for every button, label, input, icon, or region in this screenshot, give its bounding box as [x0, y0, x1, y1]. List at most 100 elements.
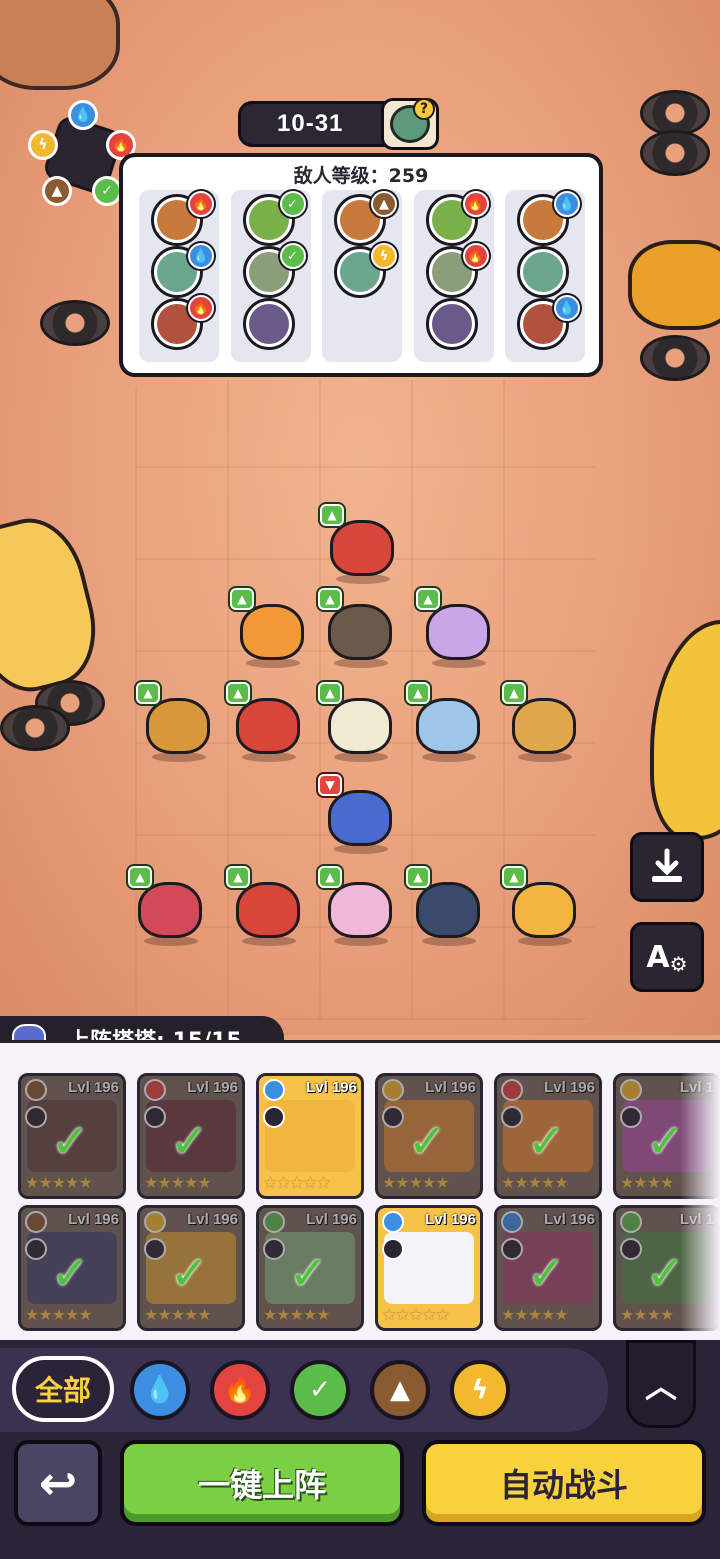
scenery-sign-left	[0, 508, 109, 702]
one-click-deploy-button[interactable]: 一键上阵	[120, 1440, 404, 1526]
enemy-column: 🔥 💧 🔥	[139, 190, 219, 362]
enemy-portrait[interactable]	[242, 298, 295, 350]
check-icon: ✓	[170, 1114, 209, 1168]
unit-sprite	[328, 698, 392, 754]
unit-sprite	[138, 882, 202, 938]
earth-icon: ▲	[371, 191, 397, 217]
hero-card[interactable]: Lvl 196 ★★★★★	[256, 1073, 364, 1199]
auto-battle-button[interactable]: 自动战斗	[422, 1440, 706, 1526]
enemy-column: ▲ ϟ	[322, 190, 402, 362]
enemy-portrait[interactable]: 🔥	[151, 191, 214, 246]
crab-hero[interactable]: ▲	[128, 866, 210, 946]
enemy-portrait[interactable]: ✓	[242, 243, 306, 298]
thumbs-up-icon: ▲	[226, 866, 250, 888]
hero-card-level: Lvl 196	[425, 1211, 476, 1228]
grass-icon: ✓	[279, 243, 306, 269]
role-icon	[382, 1238, 404, 1260]
check-icon: ✓	[170, 1246, 209, 1300]
enemy-portrait[interactable]	[425, 298, 478, 350]
lilac-cat-hero[interactable]: ▲	[416, 588, 498, 668]
download-tray-button[interactable]	[630, 832, 704, 902]
filter-earth-button[interactable]: ▲	[370, 1360, 430, 1420]
hero-card[interactable]: Lvl 196 ★★★★★	[375, 1205, 483, 1331]
monkey-hero[interactable]: ▲	[318, 588, 400, 668]
hero-card[interactable]: Lvl 196 ★★★★★ ✓	[494, 1073, 602, 1199]
enemy-portrait[interactable]: ϟ	[334, 243, 397, 298]
blue-ghost-hero[interactable]: ▲	[406, 682, 488, 762]
enemy-portrait[interactable]	[517, 246, 569, 298]
unit-sprite	[512, 882, 576, 938]
hero-card[interactable]: Lvl 196 ★★★★★ ✓	[137, 1073, 245, 1199]
hero-card[interactable]: Lvl 196 ★★★★★ ✓	[18, 1205, 126, 1331]
star-rating: ★★★★★	[263, 1173, 331, 1192]
enemy-portrait[interactable]: 💧	[151, 243, 214, 298]
gear-icon: ⚙	[669, 952, 688, 976]
filter-all-button[interactable]: 全部	[12, 1356, 114, 1422]
unit-sprite	[328, 790, 392, 846]
enemy-portrait[interactable]: 🔥	[425, 243, 489, 298]
fire-icon: 🔥	[188, 295, 214, 321]
water-icon	[382, 1211, 404, 1233]
hero-card[interactable]: Lvl 196 ★★★★★ ✓	[137, 1205, 245, 1331]
filter-water-button[interactable]: 💧	[130, 1360, 190, 1420]
thumbs-up-icon: ▲	[318, 588, 342, 610]
penguin-hero[interactable]: ▼	[318, 774, 400, 854]
egg-nest-hero[interactable]: ▲	[318, 682, 400, 762]
tire-decor	[640, 335, 710, 381]
check-icon: ✓	[646, 1246, 685, 1300]
grass-icon: ✓	[92, 176, 122, 206]
earth-icon: ▲	[42, 176, 72, 206]
hero-card[interactable]: Lvl 196 ★★★★★ ✓	[375, 1073, 483, 1199]
enemy-portrait[interactable]: 💧	[517, 191, 580, 246]
tire-decor	[40, 300, 110, 346]
enemy-panel: 敌人等级：259 🔥 💧 🔥 ✓ ✓ ▲ ϟ 🔥 🔥 💧 💧	[119, 153, 603, 377]
mantis-hero[interactable]: ▲	[318, 866, 400, 946]
battlefield: 💧 🔥 ✓ ▲ ϟ 10-31 ? 敌人等级：259 🔥 💧 🔥 ✓ ✓ ▲ ϟ 🔥 🔥 💧 💧 ▲…	[0, 0, 720, 1035]
thumbs-up-icon: ▲	[320, 504, 344, 526]
enemy-portrait[interactable]: 🔥	[151, 295, 214, 350]
fox-hero[interactable]: ▲	[230, 588, 312, 668]
enemy-column: ✓ ✓	[230, 190, 311, 362]
check-icon: ✓	[646, 1114, 685, 1168]
filter-thunder-button[interactable]: ϟ	[450, 1360, 510, 1420]
lava-cat-hero[interactable]: ▲	[226, 866, 308, 946]
enemy-portrait[interactable]: ✓	[242, 191, 306, 246]
water-icon	[263, 1079, 285, 1101]
red-bird-hero[interactable]: ▲	[226, 682, 308, 762]
enemy-face-art	[523, 252, 563, 292]
hero-card[interactable]: Lvl 196 ★★★★★ ✓	[494, 1205, 602, 1331]
zombie-question-icon: ?	[390, 98, 435, 143]
lamp-hero[interactable]: ▲	[502, 682, 584, 762]
unit-sprite	[512, 698, 576, 754]
back-button[interactable]: ↩	[14, 1440, 102, 1526]
scenery-banana-right	[650, 620, 720, 840]
hero-card[interactable]: Lvl 196 ★★★★★ ✓	[256, 1205, 364, 1331]
thumbs-up-icon: ▲	[406, 866, 430, 888]
enemy-portrait[interactable]: ▲	[334, 191, 397, 246]
question-badge: ?	[413, 98, 435, 120]
bottom-bar: 全部 💧 🔥 ✓ ▲ ϟ ︿ ↩ 一键上阵 自动战斗	[0, 1340, 720, 1559]
check-icon: ✓	[51, 1114, 90, 1168]
plant-hero[interactable]: ▲	[320, 504, 402, 584]
enemy-level-title: 敌人等级：259	[293, 165, 429, 187]
hero-card-tray[interactable]: Lvl 196 ★★★★★ ✓ Lvl 196 ★★★★★ ✓ Lvl 196 ★★★★★ Lv…	[0, 1040, 720, 1343]
download-tray-icon	[652, 848, 682, 882]
auto-settings-button[interactable]: A ⚙	[630, 922, 704, 992]
hero-card[interactable]: Lvl 196 ★★★★★ ✓	[18, 1073, 126, 1199]
enemy-portrait[interactable]: 💧	[517, 295, 580, 350]
star-rating: ★★★★★	[382, 1305, 450, 1324]
lion-hero[interactable]: ▲	[502, 866, 584, 946]
scenery-rock-top-left	[0, 0, 120, 90]
check-icon: ✓	[527, 1246, 566, 1300]
collapse-tray-button[interactable]: ︿	[626, 1340, 696, 1428]
unit-sprite	[328, 882, 392, 938]
unit-sprite	[416, 882, 480, 938]
boss-preview-button[interactable]: ?	[381, 98, 439, 150]
thumbs-up-icon: ▲	[136, 682, 160, 704]
crocodile-hero[interactable]: ▲	[406, 866, 488, 946]
filter-fire-button[interactable]: 🔥	[210, 1360, 270, 1420]
deer-hero[interactable]: ▲	[136, 682, 218, 762]
filter-grass-button[interactable]: ✓	[290, 1360, 350, 1420]
enemy-portrait[interactable]: 🔥	[425, 191, 489, 246]
water-icon: 💧	[188, 243, 214, 269]
